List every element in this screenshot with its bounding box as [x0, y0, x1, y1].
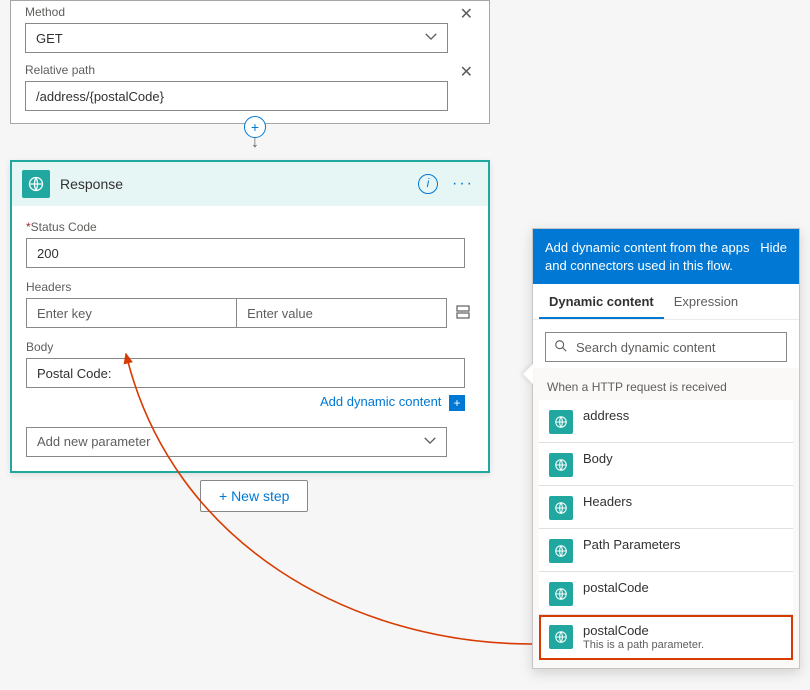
dynamic-item-list[interactable]: When a HTTP request is received address B…	[533, 368, 799, 668]
dynamic-item-body: Path Parameters	[583, 537, 783, 552]
globe-icon	[549, 625, 573, 649]
globe-icon	[549, 539, 573, 563]
dynamic-item-body: address	[583, 408, 783, 423]
more-icon[interactable]: ···	[448, 175, 478, 193]
status-code-field: *Status Code	[26, 220, 474, 268]
new-step-button[interactable]: + New step	[200, 480, 308, 512]
headers-label: Headers	[26, 280, 474, 294]
arrow-down-icon: ↓	[240, 138, 270, 148]
body-input[interactable]	[26, 358, 465, 388]
status-code-input[interactable]	[26, 238, 465, 268]
search-icon	[554, 339, 568, 356]
hide-panel-button[interactable]: Hide	[760, 239, 787, 257]
response-card-body: *Status Code Headers Body	[12, 206, 488, 471]
status-code-label: *Status Code	[26, 220, 474, 234]
dynamic-item[interactable]: postalCodeThis is a path parameter.	[539, 615, 793, 660]
dynamic-item-body: postalCode	[583, 580, 783, 595]
dynamic-item-label: postalCode	[583, 580, 783, 595]
dynamic-item-body: postalCodeThis is a path parameter.	[583, 623, 783, 651]
dynamic-item[interactable]: Headers	[539, 486, 793, 529]
flow-canvas: ✕ Method ✕ Relative path + ↓	[0, 0, 810, 690]
dynamic-item-label: Body	[583, 451, 783, 466]
add-parameter-select[interactable]	[26, 427, 447, 457]
response-card: Response i ··· *Status Code Headers	[10, 160, 490, 473]
method-field: ✕ Method	[25, 5, 475, 53]
method-label: Method	[25, 5, 475, 19]
add-dynamic-row: Add dynamic content +	[26, 394, 465, 411]
dynamic-panel-header: Add dynamic content from the apps and co…	[533, 229, 799, 284]
header-value-input[interactable]	[236, 298, 447, 328]
method-value[interactable]	[25, 23, 448, 53]
dynamic-item-label: postalCode	[583, 623, 783, 638]
response-icon	[22, 170, 50, 198]
panel-callout-arrow	[523, 364, 533, 384]
add-dynamic-plus-icon[interactable]: +	[449, 395, 465, 411]
body-field: Body Add dynamic content +	[26, 340, 474, 411]
dynamic-search-input[interactable]	[576, 340, 778, 355]
globe-icon	[549, 453, 573, 477]
dynamic-item-label: address	[583, 408, 783, 423]
switch-mode-icon[interactable]	[455, 304, 471, 323]
path-label: Relative path	[25, 63, 475, 77]
add-step-connector: + ↓	[240, 116, 270, 148]
info-icon[interactable]: i	[418, 174, 438, 194]
tab-dynamic-content[interactable]: Dynamic content	[539, 284, 664, 319]
header-key-input[interactable]	[26, 298, 236, 328]
headers-row	[26, 298, 447, 328]
globe-icon	[549, 410, 573, 434]
dynamic-item-body: Headers	[583, 494, 783, 509]
method-select[interactable]	[25, 23, 448, 53]
response-title: Response	[60, 176, 408, 192]
dynamic-tabs: Dynamic content Expression	[533, 284, 799, 320]
globe-icon	[549, 582, 573, 606]
tab-expression[interactable]: Expression	[664, 284, 748, 319]
path-input[interactable]	[25, 81, 448, 111]
dynamic-header-text: Add dynamic content from the apps and co…	[545, 239, 752, 274]
dynamic-content-panel: Add dynamic content from the apps and co…	[532, 228, 800, 669]
dynamic-item-sub: This is a path parameter.	[583, 639, 783, 651]
headers-field: Headers	[26, 280, 474, 328]
dynamic-item[interactable]: address	[539, 400, 793, 443]
relative-path-field: ✕ Relative path	[25, 63, 475, 111]
dynamic-item-label: Headers	[583, 494, 783, 509]
dynamic-item-label: Path Parameters	[583, 537, 783, 552]
dynamic-item-body: Body	[583, 451, 783, 466]
dynamic-item[interactable]: Body	[539, 443, 793, 486]
globe-icon	[549, 496, 573, 520]
dynamic-item[interactable]: postalCode	[539, 572, 793, 615]
dynamic-item[interactable]: Path Parameters	[539, 529, 793, 572]
add-dynamic-link[interactable]: Add dynamic content	[320, 394, 441, 409]
body-label: Body	[26, 340, 474, 354]
path-remove-icon[interactable]: ✕	[458, 63, 475, 83]
method-remove-icon[interactable]: ✕	[458, 5, 475, 25]
dynamic-group-title: When a HTTP request is received	[533, 368, 799, 400]
trigger-card: ✕ Method ✕ Relative path	[10, 0, 490, 124]
response-card-header[interactable]: Response i ···	[12, 162, 488, 206]
dynamic-search[interactable]	[545, 332, 787, 362]
add-parameter-input[interactable]	[26, 427, 447, 457]
